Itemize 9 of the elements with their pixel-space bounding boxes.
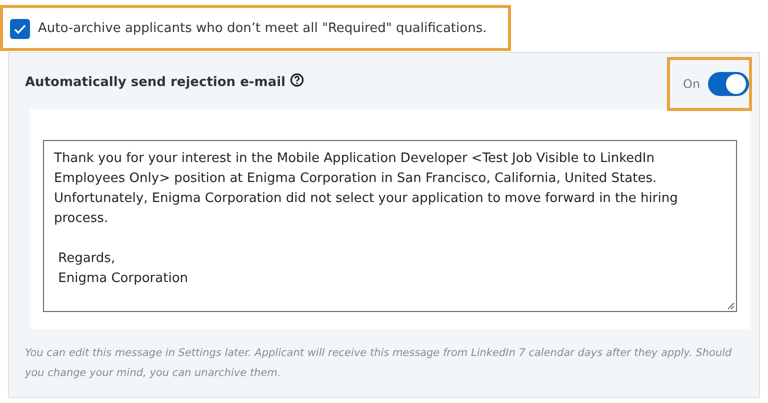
message-field[interactable]: Thank you for your interest in the Mobile Application Developer <Test Job Visible to LinkedIn Employees Only> position at Enigma Corporation in San Francisco, California, United States. Unfortunately, Enigma Corporation did not select your application to move forward in the hiring process. Regards, Enigma Corporation — [43, 140, 737, 312]
section-title: Automatically send rejection e-mail — [25, 74, 286, 92]
checkbox-label: Auto-archive applicants who don’t meet all "Required" qualifications. — [38, 20, 487, 38]
toggle-label: On — [683, 76, 700, 93]
help-icon[interactable] — [290, 73, 304, 87]
checkbox[interactable] — [10, 18, 30, 38]
resize-handle-icon[interactable] — [727, 302, 735, 310]
toggle-switch[interactable] — [708, 72, 749, 96]
help-note: You can edit this message in Settings later. Applicant will receive this message from LinkedIn 7 calendar days after they apply. Should you change your mind, you can unarchive them. — [25, 346, 733, 381]
